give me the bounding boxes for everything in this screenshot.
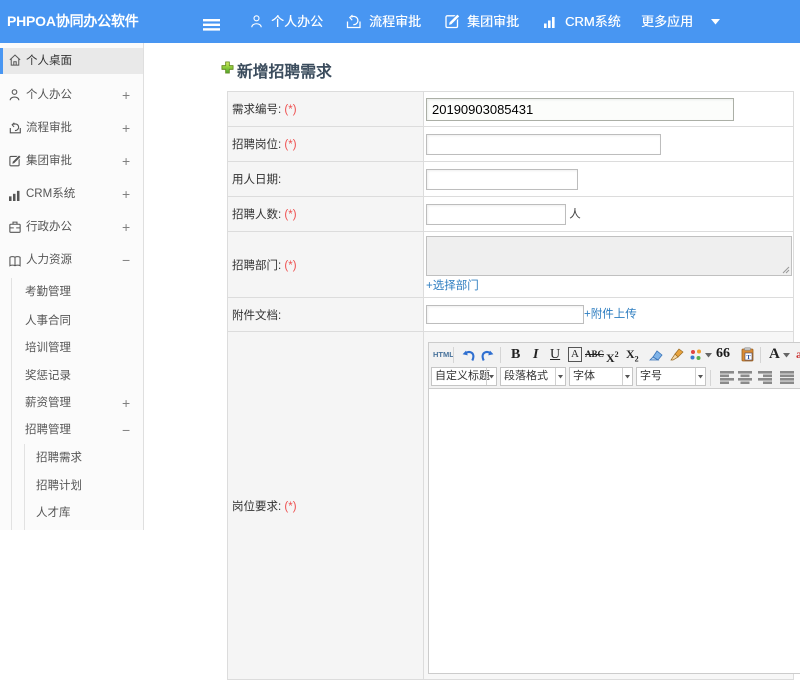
- svg-text:T: T: [746, 354, 751, 361]
